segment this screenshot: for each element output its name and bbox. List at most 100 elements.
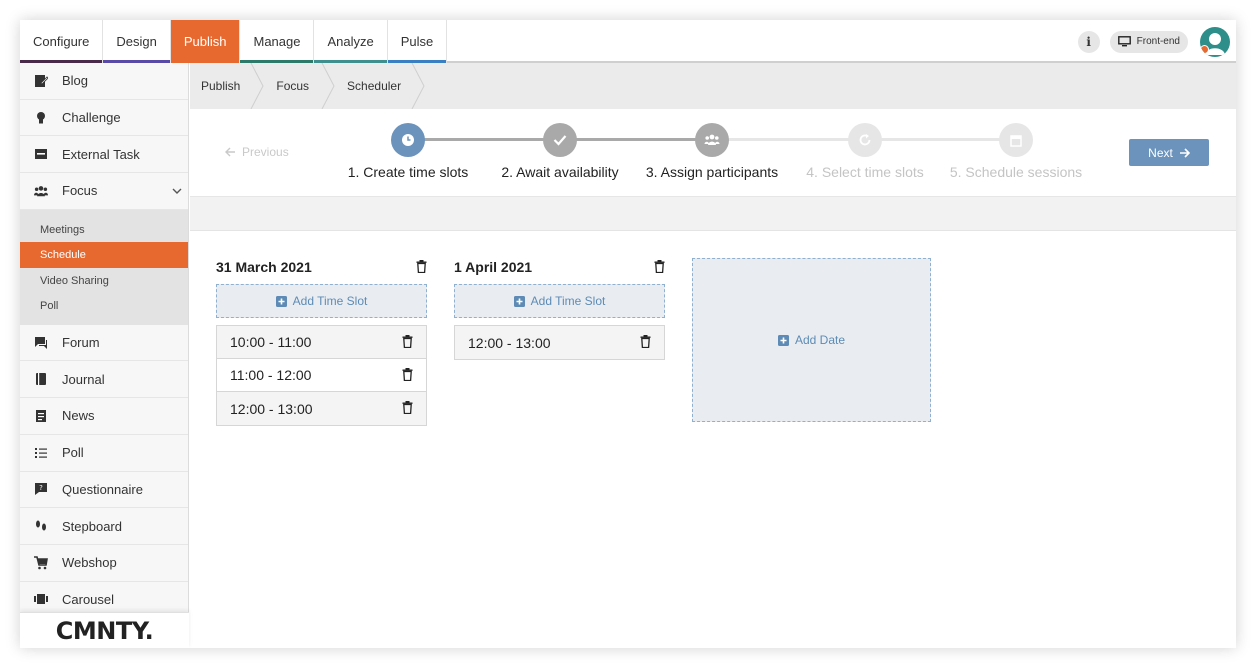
- tab-label: Configure: [33, 34, 90, 49]
- trash-icon[interactable]: [640, 335, 651, 348]
- arrow-right-icon: [1179, 147, 1190, 158]
- step-5-circle: [999, 123, 1033, 157]
- tab-configure[interactable]: Configure: [20, 20, 104, 63]
- sidebar-subitem-video-sharing[interactable]: Video Sharing: [20, 268, 188, 294]
- breadcrumb-separator-icon: [321, 63, 335, 109]
- step-4-label: 4. Select time slots: [806, 164, 924, 180]
- monitor-icon: [1117, 36, 1131, 47]
- step-2-label: 2. Await availability: [501, 164, 619, 180]
- frontend-button[interactable]: Front-end: [1109, 30, 1188, 53]
- time-slot-label: 12:00 - 13:00: [230, 400, 313, 417]
- next-label: Next: [1148, 145, 1173, 160]
- wizard-steps: Previous 1. Create time slots 2. Await a…: [190, 109, 1236, 197]
- tab-label: Design: [116, 34, 157, 49]
- carousel-icon: [34, 592, 48, 606]
- date-header: 1 April 2021: [454, 256, 665, 278]
- add-time-slot-button[interactable]: Add Time Slot: [216, 284, 427, 318]
- sidebar-item-questionnaire[interactable]: ? Questionnaire: [20, 471, 188, 509]
- sidebar-item-news[interactable]: News: [20, 398, 188, 435]
- external-task-icon: [34, 147, 48, 161]
- date-column: 1 April 2021 Add Time Slot 12:00 - 13:00: [454, 256, 665, 360]
- lightbulb-icon: [34, 111, 48, 125]
- time-slot-list: 12:00 - 13:00: [454, 325, 665, 360]
- step-1-label: 1. Create time slots: [347, 164, 469, 180]
- trash-icon[interactable]: [654, 260, 665, 273]
- sidebar-item-label: Webshop: [62, 555, 117, 571]
- info-icon: i: [1086, 34, 1091, 49]
- calendar-icon: [1010, 134, 1022, 147]
- sidebar-item-challenge[interactable]: Challenge: [20, 99, 188, 137]
- sidebar-subitem-poll[interactable]: Poll: [20, 293, 188, 319]
- time-slot: 12:00 - 13:00: [217, 392, 426, 425]
- status-dot: [1200, 44, 1209, 54]
- sidebar-item-label: Stepboard: [62, 518, 122, 534]
- cmnty-logo: CMNTY.: [20, 612, 189, 648]
- trash-icon[interactable]: [402, 368, 413, 381]
- sidebar-item-poll[interactable]: Poll: [20, 434, 188, 472]
- step-1-circle[interactable]: [391, 123, 425, 157]
- breadcrumb-publish[interactable]: Publish: [190, 63, 250, 109]
- time-slot: 10:00 - 11:00: [217, 326, 426, 359]
- plus-square-icon: [275, 295, 287, 307]
- sidebar-item-blog[interactable]: Blog: [20, 63, 188, 100]
- cart-icon: [34, 555, 48, 570]
- sidebar-subitem-schedule[interactable]: Schedule: [20, 242, 188, 268]
- check-icon: [553, 135, 567, 146]
- step-2-circle[interactable]: [543, 123, 577, 157]
- sidebar-item-external-task[interactable]: External Task: [20, 136, 188, 174]
- subitem-label: Schedule: [40, 249, 86, 261]
- top-right-actions: i Front-end: [1077, 20, 1236, 63]
- tab-analyze[interactable]: Analyze: [314, 20, 388, 63]
- add-time-slot-button[interactable]: Add Time Slot: [454, 284, 665, 318]
- forum-icon: [34, 336, 48, 350]
- journal-icon: [34, 372, 48, 386]
- sidebar-item-focus[interactable]: Focus: [20, 173, 188, 210]
- info-button[interactable]: i: [1077, 30, 1100, 53]
- add-date-button[interactable]: Add Date: [692, 258, 931, 422]
- focus-submenu: Meetings Schedule Video Sharing Poll: [20, 209, 188, 325]
- add-time-slot-label: Add Time Slot: [530, 294, 606, 308]
- news-icon: [34, 409, 48, 423]
- sidebar-subitem-meetings[interactable]: Meetings: [20, 217, 188, 243]
- step-3-circle[interactable]: [695, 123, 729, 157]
- tab-design[interactable]: Design: [103, 20, 171, 63]
- sidebar-item-label: Blog: [62, 73, 89, 89]
- tab-publish[interactable]: Publish: [170, 20, 241, 63]
- group-icon: [34, 184, 48, 198]
- chevron-down-icon: [172, 188, 182, 194]
- clock-icon: [402, 134, 414, 146]
- time-slot: 11:00 - 12:00: [217, 359, 426, 392]
- frontend-label: Front-end: [1136, 36, 1180, 47]
- avatar[interactable]: [1200, 26, 1230, 57]
- time-slot: 12:00 - 13:00: [455, 326, 664, 359]
- svg-text:?: ?: [39, 484, 43, 492]
- main-nav: Configure Design Publish Manage Analyze …: [20, 20, 448, 63]
- subitem-label: Poll: [40, 300, 59, 312]
- previous-button[interactable]: Previous: [225, 145, 289, 159]
- step-3-label: 3. Assign participants: [645, 164, 779, 180]
- list-icon: [34, 446, 48, 460]
- subitem-label: Meetings: [40, 223, 85, 236]
- sidebar-item-label: Poll: [62, 445, 84, 461]
- breadcrumb-label: Focus: [276, 79, 310, 93]
- breadcrumb-focus[interactable]: Focus: [264, 63, 321, 109]
- sidebar-item-webshop[interactable]: Webshop: [20, 544, 188, 582]
- date-header: 31 March 2021: [216, 256, 427, 278]
- next-button[interactable]: Next: [1129, 139, 1209, 166]
- footsteps-icon: [34, 519, 48, 533]
- sidebar-item-label: News: [62, 408, 95, 424]
- sidebar: Blog Challenge External Task Focus Meeti…: [20, 63, 189, 648]
- tab-label: Manage: [253, 34, 301, 49]
- sidebar-item-forum[interactable]: Forum: [20, 324, 188, 362]
- sidebar-item-label: Questionnaire: [62, 481, 143, 497]
- trash-icon[interactable]: [402, 401, 413, 414]
- tab-pulse[interactable]: Pulse: [387, 20, 448, 63]
- date-title: 31 March 2021: [216, 259, 312, 275]
- tab-manage[interactable]: Manage: [240, 20, 315, 63]
- trash-icon[interactable]: [402, 335, 413, 348]
- sidebar-item-journal[interactable]: Journal: [20, 361, 188, 399]
- breadcrumb-label: Publish: [201, 79, 241, 93]
- trash-icon[interactable]: [416, 260, 427, 273]
- breadcrumb-separator-icon: [250, 63, 264, 109]
- sidebar-item-stepboard[interactable]: Stepboard: [20, 508, 188, 545]
